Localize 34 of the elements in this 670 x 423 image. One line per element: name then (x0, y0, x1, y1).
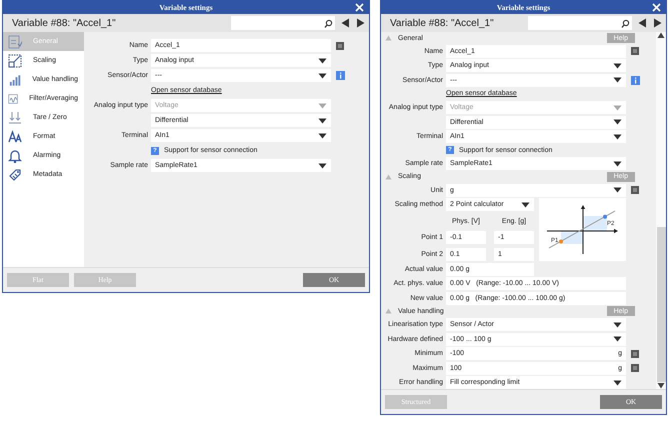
caret-icon (613, 187, 622, 194)
options-icon[interactable] (631, 47, 639, 56)
scaling-chart-drawing (546, 205, 618, 255)
bar-chart-icon (8, 72, 22, 86)
options-icon[interactable] (336, 42, 344, 50)
search-field[interactable] (231, 16, 335, 30)
caret-icon (613, 380, 622, 386)
scrollbar[interactable] (656, 32, 666, 389)
next-icon[interactable] (356, 18, 365, 28)
font-size-icon (8, 130, 22, 144)
tag-icon (8, 168, 22, 182)
general-form-icon (8, 34, 22, 48)
previous-icon[interactable] (638, 18, 647, 28)
down-arrows-icon (8, 110, 22, 124)
variable-heading: Variable #88: "Accel_1" (12, 18, 117, 28)
caret-icon (613, 160, 622, 167)
search-icon (324, 18, 333, 28)
info-icon[interactable] (336, 71, 345, 80)
info-icon[interactable] (631, 76, 640, 85)
caret-icon (521, 202, 530, 208)
scaling-icon (8, 54, 22, 68)
variable-heading: Variable #88: "Accel_1" (390, 18, 495, 28)
previous-icon[interactable] (341, 18, 350, 28)
options-icon[interactable] (631, 186, 639, 194)
search-icon (621, 18, 630, 28)
next-icon[interactable] (653, 18, 662, 28)
search-field[interactable] (528, 16, 632, 30)
waveform-icon (8, 92, 18, 106)
options-icon[interactable] (631, 350, 639, 358)
close-icon[interactable] (652, 3, 661, 12)
options-icon[interactable] (631, 364, 639, 372)
close-icon[interactable] (355, 3, 364, 12)
bell-icon (8, 148, 22, 162)
caret-icon (318, 162, 327, 168)
